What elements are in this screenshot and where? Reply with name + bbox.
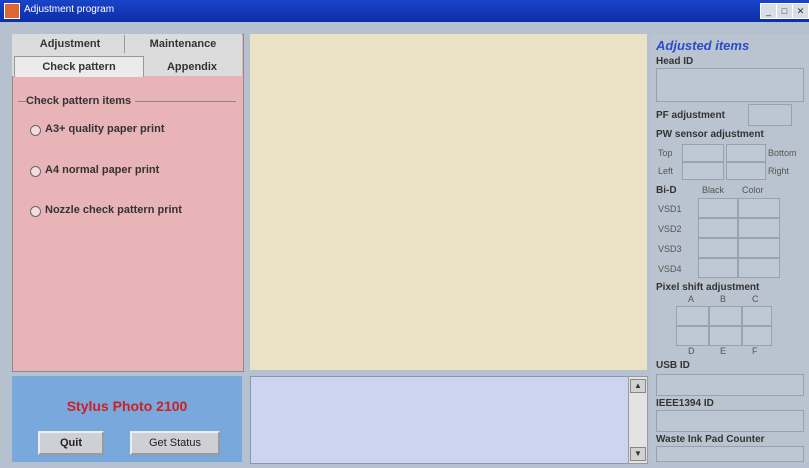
bid-col-black: Black xyxy=(702,185,725,195)
pixel-col-f: F xyxy=(752,346,758,356)
bid-cell xyxy=(738,198,780,218)
quit-button[interactable]: Quit xyxy=(38,431,104,455)
pw-top-field xyxy=(682,144,724,162)
log-scrollbar[interactable]: ▲ ▼ xyxy=(628,376,648,464)
tab-row-bottom: Check pattern Appendix xyxy=(12,54,242,77)
bid-cell xyxy=(738,258,780,278)
tab-maintenance[interactable]: Maintenance xyxy=(128,35,238,53)
window-title: Adjustment program xyxy=(24,4,115,15)
tab-row-top: Adjustment Maintenance xyxy=(12,34,242,54)
bid-row-label: VSD3 xyxy=(658,244,682,254)
bid-cell xyxy=(698,238,738,258)
pixel-col-c: C xyxy=(752,294,759,304)
pixel-col-e: E xyxy=(720,346,727,356)
head-id-label: Head ID xyxy=(656,56,694,67)
pw-left-field xyxy=(682,162,724,180)
maximize-button[interactable]: □ xyxy=(776,3,793,19)
bid-row-label: VSD1 xyxy=(658,204,682,214)
waste-ink-label: Waste Ink Pad Counter xyxy=(656,434,765,445)
pf-adjustment-label: PF adjustment xyxy=(656,110,725,121)
pixel-cell xyxy=(676,326,709,346)
tab-adjustment[interactable]: Adjustment xyxy=(16,35,125,53)
pw-left-label: Left xyxy=(658,166,674,176)
tab-appendix[interactable]: Appendix xyxy=(146,58,238,76)
a4-normal-label[interactable]: A4 normal paper print xyxy=(45,164,159,176)
pixel-col-a: A xyxy=(688,294,695,304)
title-bar: Adjustment program _ □ ✕ xyxy=(0,0,809,22)
bid-cell xyxy=(698,218,738,238)
head-id-field xyxy=(656,68,804,102)
pw-bottom-label: Bottom xyxy=(768,148,797,158)
ieee1394-id-label: IEEE1394 ID xyxy=(656,398,714,409)
bid-row-label: VSD2 xyxy=(658,224,682,234)
adjusted-items-heading: Adjusted items xyxy=(656,38,750,53)
pixel-cell xyxy=(742,326,772,346)
ieee1394-id-field xyxy=(656,410,804,432)
bid-cell xyxy=(698,258,738,278)
bid-row-label: VSD4 xyxy=(658,264,682,274)
pixel-col-d: D xyxy=(688,346,695,356)
usb-id-label: USB ID xyxy=(656,360,690,371)
pixel-cell xyxy=(709,306,742,326)
scroll-down-arrow[interactable]: ▼ xyxy=(630,447,646,461)
get-status-button[interactable]: Get Status xyxy=(130,431,220,455)
check-pattern-panel xyxy=(12,34,244,372)
pw-top-label: Top xyxy=(658,148,673,158)
waste-ink-field xyxy=(656,446,804,462)
pixel-cell xyxy=(676,306,709,326)
close-button[interactable]: ✕ xyxy=(792,3,809,19)
pw-bottom-field xyxy=(726,144,766,162)
a4-normal-radio[interactable] xyxy=(30,166,41,177)
bid-cell xyxy=(698,198,738,218)
pixel-cell xyxy=(742,306,772,326)
printer-model-label: Stylus Photo 2100 xyxy=(66,398,188,414)
nozzle-check-label[interactable]: Nozzle check pattern print xyxy=(45,204,182,216)
bid-label: Bi-D xyxy=(656,185,677,196)
status-log-area[interactable] xyxy=(250,376,630,464)
preview-area xyxy=(250,34,647,370)
usb-id-field xyxy=(656,374,804,396)
scroll-up-arrow[interactable]: ▲ xyxy=(630,379,646,393)
app-icon xyxy=(4,3,20,19)
pixel-shift-label: Pixel shift adjustment xyxy=(656,282,760,293)
check-pattern-group-label: Check pattern items xyxy=(26,95,136,107)
pixel-cell xyxy=(709,326,742,346)
pw-sensor-label: PW sensor adjustment xyxy=(656,129,764,140)
a3-quality-label[interactable]: A3+ quality paper print xyxy=(45,123,165,135)
pixel-col-b: B xyxy=(720,294,727,304)
minimize-button[interactable]: _ xyxy=(760,3,777,19)
pf-adjustment-field xyxy=(748,104,792,126)
pw-right-field xyxy=(726,162,766,180)
bid-col-color: Color xyxy=(742,185,764,195)
tab-check-pattern[interactable]: Check pattern xyxy=(14,56,144,77)
pw-right-label: Right xyxy=(768,166,790,176)
bid-cell xyxy=(738,218,780,238)
bid-cell xyxy=(738,238,780,258)
nozzle-check-radio[interactable] xyxy=(30,206,41,217)
a3-quality-radio[interactable] xyxy=(30,125,41,136)
